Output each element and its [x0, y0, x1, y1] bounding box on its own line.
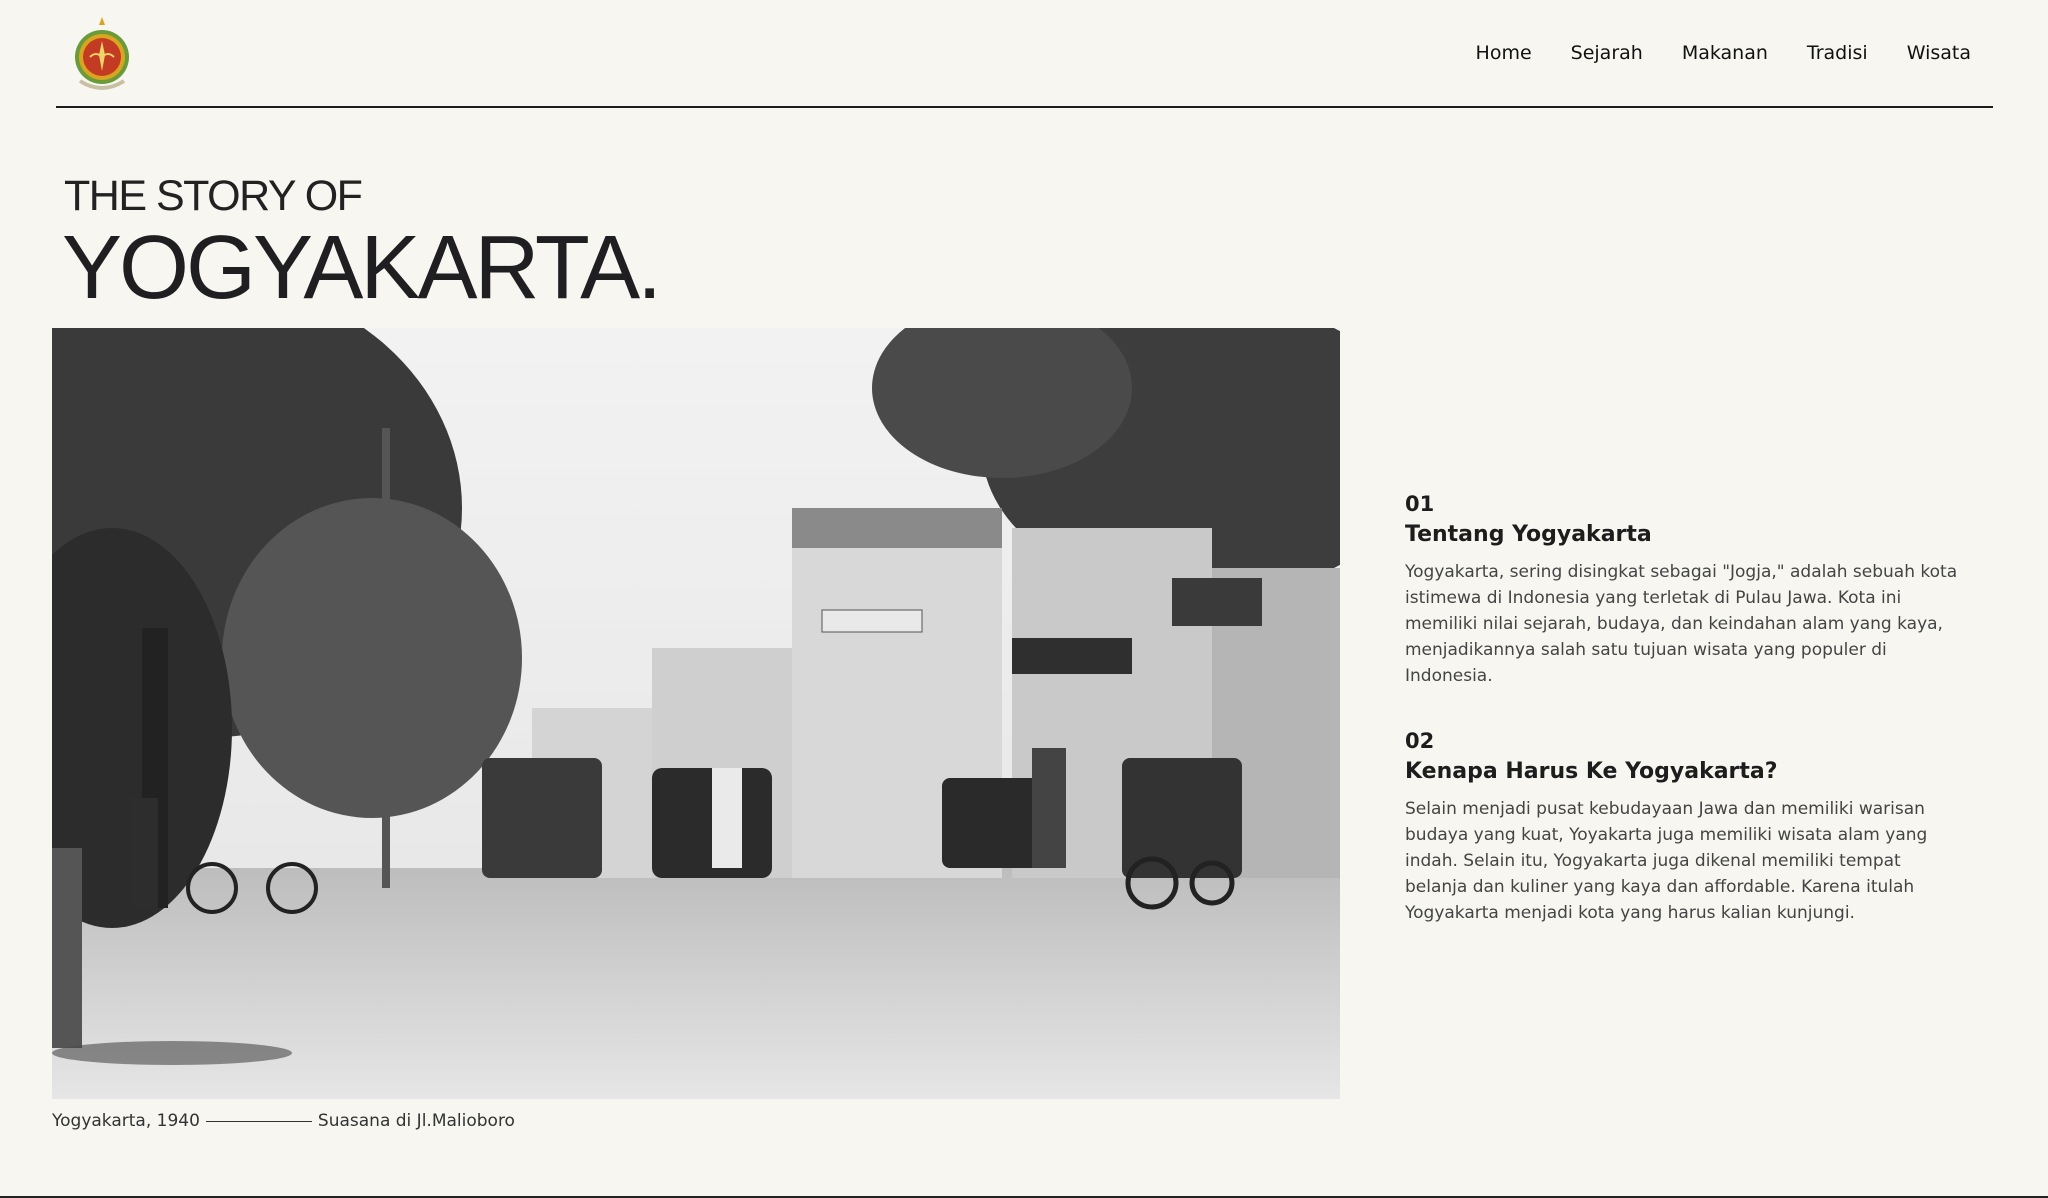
section-number: 01: [1405, 492, 1435, 516]
nav-home[interactable]: Home: [1476, 42, 1532, 64]
nav-makanan[interactable]: Makanan: [1682, 42, 1768, 64]
yogyakarta-crest-icon[interactable]: [70, 15, 134, 95]
section-body: Yogyakarta, sering disingkat sebagai "Jo…: [1405, 562, 1958, 686]
caption-description: Suasana di Jl.Malioboro: [317, 1111, 515, 1131]
section-number: 02: [1405, 729, 1435, 753]
photo-caption: Yogyakarta, 1940 Suasana di Jl.Malioboro: [52, 1111, 515, 1131]
nav-tradisi[interactable]: Tradisi: [1807, 42, 1868, 64]
section-kenapa: 02 Kenapa Harus Ke Yogyakarta? Selain me…: [1405, 729, 1975, 926]
malioboro-historic-photo: [52, 328, 1340, 1099]
section-title: Kenapa Harus Ke Yogyakarta?: [1405, 759, 1778, 784]
nav-wisata[interactable]: Wisata: [1907, 42, 1971, 64]
hero-subtitle: THE STORY OF: [64, 172, 363, 220]
section-tentang: 01 Tentang Yogyakarta Yogyakarta, sering…: [1405, 492, 1975, 689]
main-nav: Home Sejarah Makanan Tradisi Wisata: [1476, 42, 1971, 64]
nav-sejarah[interactable]: Sejarah: [1571, 42, 1643, 64]
section-body: Selain menjadi pusat kebudayaan Jawa dan…: [1405, 799, 1928, 923]
caption-divider: [205, 1120, 312, 1122]
site-header: Home Sejarah Makanan Tradisi Wisata: [56, 0, 1993, 108]
caption-location-year: Yogyakarta, 1940: [52, 1111, 200, 1131]
hero-title: YOGYAKARTA.: [62, 218, 662, 318]
section-title: Tentang Yogyakarta: [1405, 522, 1652, 547]
